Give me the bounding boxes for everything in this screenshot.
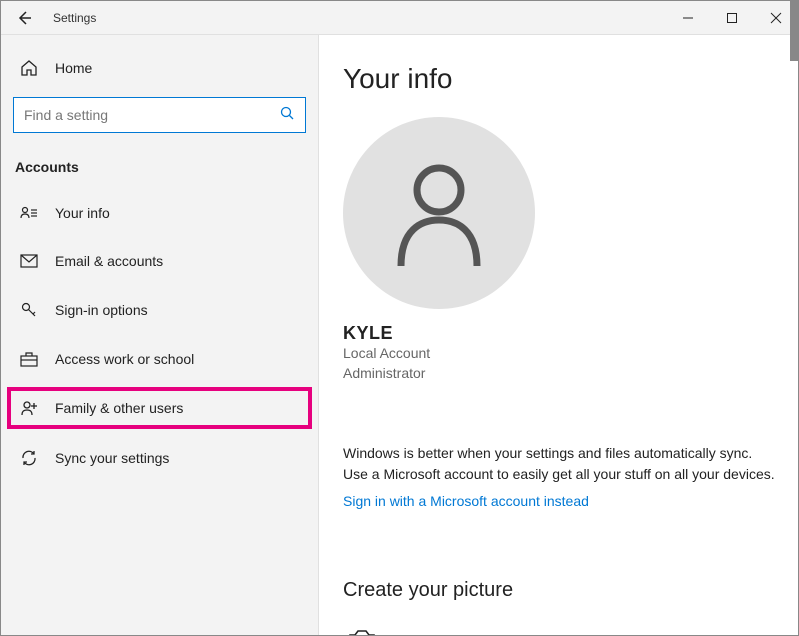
category-title: Accounts xyxy=(13,159,306,175)
nav-label: Family & other users xyxy=(55,400,183,416)
user-name: KYLE xyxy=(343,323,776,344)
nav-label: Your info xyxy=(55,205,110,221)
mail-icon xyxy=(19,254,39,268)
briefcase-icon xyxy=(19,351,39,367)
home-icon xyxy=(19,59,39,77)
sidebar: Home Accounts Your info Email & accounts xyxy=(1,35,319,635)
nav-signin-options[interactable]: Sign-in options xyxy=(13,289,306,331)
key-icon xyxy=(19,301,39,319)
camera-icon xyxy=(343,622,381,635)
person-icon xyxy=(389,158,489,268)
minimize-button[interactable] xyxy=(666,1,710,35)
signin-microsoft-link[interactable]: Sign in with a Microsoft account instead xyxy=(343,493,589,509)
home-label: Home xyxy=(55,60,92,76)
person-card-icon xyxy=(19,205,39,221)
nav-your-info[interactable]: Your info xyxy=(13,193,306,233)
page-title: Your info xyxy=(343,63,776,95)
nav-label: Sync your settings xyxy=(55,450,169,466)
scrollbar-thumb[interactable] xyxy=(790,1,798,61)
account-type: Local Account xyxy=(343,344,776,364)
nav-label: Sign-in options xyxy=(55,302,148,318)
sync-description: Windows is better when your settings and… xyxy=(343,443,776,485)
camera-label: Camera xyxy=(399,633,449,635)
arrow-left-icon xyxy=(16,10,32,26)
back-button[interactable] xyxy=(9,3,39,33)
titlebar: Settings xyxy=(1,1,798,35)
nav-access-work-school[interactable]: Access work or school xyxy=(13,339,306,379)
search-input[interactable] xyxy=(24,107,279,123)
maximize-icon xyxy=(726,12,738,24)
window-controls xyxy=(666,1,798,35)
maximize-button[interactable] xyxy=(710,1,754,35)
main-panel: Your info KYLE Local Account Administrat… xyxy=(319,35,798,635)
sync-icon xyxy=(19,449,39,467)
search-icon xyxy=(279,105,295,126)
picture-heading: Create your picture xyxy=(343,579,776,602)
nav-label: Access work or school xyxy=(55,351,194,367)
nav-family-other-users[interactable]: Family & other users xyxy=(7,387,312,429)
nav-sync-settings[interactable]: Sync your settings xyxy=(13,437,306,479)
account-role: Administrator xyxy=(343,364,776,384)
nav-label: Email & accounts xyxy=(55,253,163,269)
avatar xyxy=(343,117,535,309)
nav-email-accounts[interactable]: Email & accounts xyxy=(13,241,306,281)
home-nav[interactable]: Home xyxy=(13,53,306,83)
app-title: Settings xyxy=(53,11,96,25)
minimize-icon xyxy=(682,12,694,24)
close-icon xyxy=(770,12,782,24)
camera-option[interactable]: Camera xyxy=(343,622,776,635)
people-plus-icon xyxy=(19,399,39,417)
search-box[interactable] xyxy=(13,97,306,133)
